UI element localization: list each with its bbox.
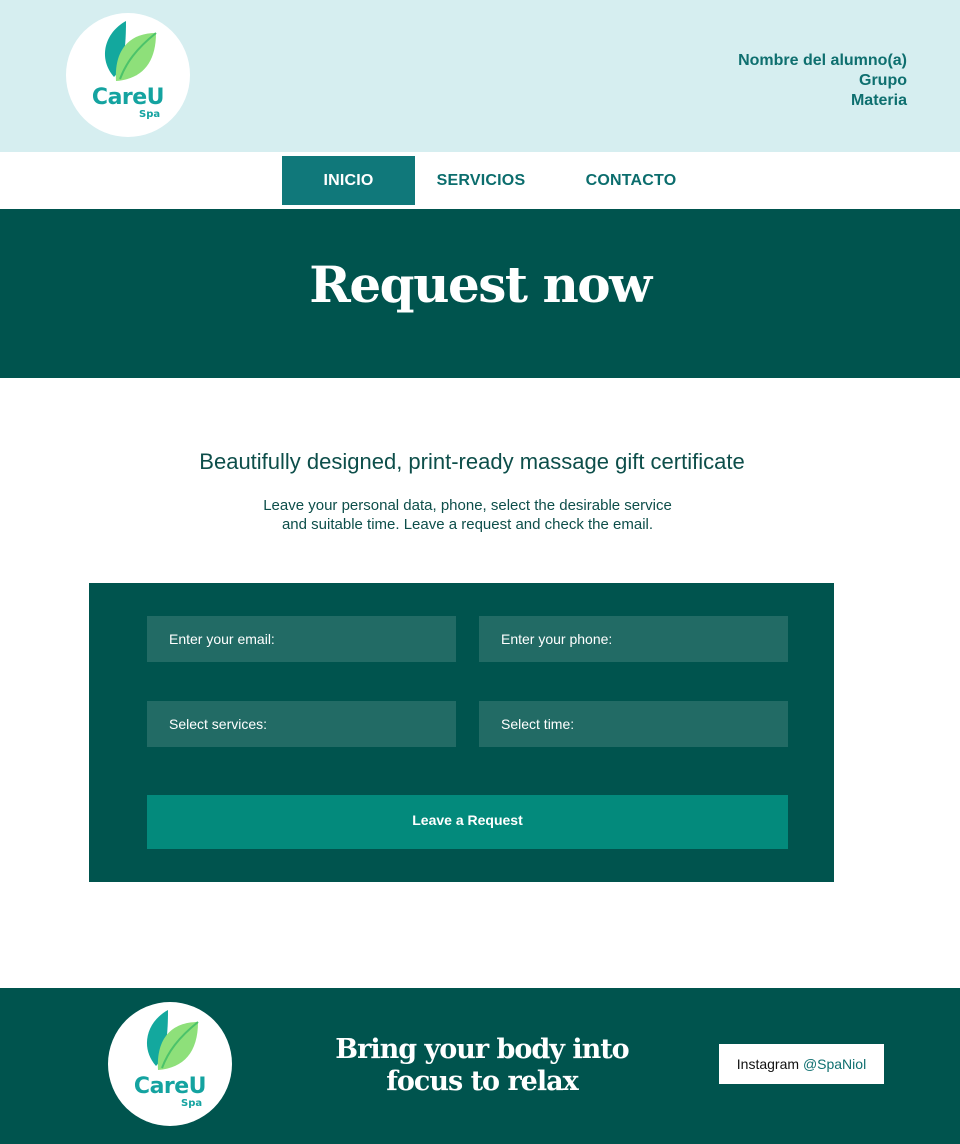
leaf-icon <box>146 1010 199 1070</box>
main-nav: INICIO SERVICIOS CONTACTO <box>0 152 960 209</box>
student-name: Nombre del alumno(a) <box>738 52 907 69</box>
instagram-box: Instagram @SpaNiol <box>719 1044 884 1084</box>
footer-logo-text: CareU <box>133 1074 207 1099</box>
phone-field[interactable]: Enter your phone: <box>479 616 788 662</box>
site-header: CareU Spa Nombre del alumno(a) Grupo Mat… <box>0 0 960 152</box>
page-title: Request now <box>309 255 652 314</box>
student-group: Grupo <box>859 72 907 89</box>
instagram-label: Instagram <box>736 1056 800 1072</box>
leaf-icon <box>104 21 157 81</box>
logo[interactable]: CareU Spa <box>66 13 190 137</box>
nav-item-servicios[interactable]: SERVICIOS <box>415 156 547 205</box>
time-select[interactable]: Select time: <box>479 701 788 747</box>
nav-item-contacto[interactable]: CONTACTO <box>562 156 700 205</box>
request-form: Enter your email: Enter your phone: Sele… <box>89 583 834 882</box>
description-line-2: and suitable time. Leave a request and c… <box>281 516 654 533</box>
logo-text: CareU <box>91 85 165 110</box>
section-subtitle: Beautifully designed, print-ready massag… <box>199 449 745 474</box>
site-footer: CareU Spa Bring your body into focus to … <box>0 988 960 1144</box>
footer-logo-subtext: Spa <box>181 1098 203 1109</box>
student-info: Nombre del alumno(a) Grupo Materia <box>738 51 907 111</box>
hero-banner: Request now <box>0 209 960 378</box>
footer-logo[interactable]: CareU Spa <box>108 1002 232 1126</box>
instagram-handle-link[interactable]: @SpaNiol <box>803 1056 866 1072</box>
nav-item-inicio[interactable]: INICIO <box>282 156 415 205</box>
student-subject: Materia <box>850 92 907 109</box>
leave-request-button[interactable]: Leave a Request <box>147 795 788 849</box>
tagline-line-1: Bring your body into <box>335 1034 629 1065</box>
services-select[interactable]: Select services: <box>147 701 456 747</box>
description-line-1: Leave your personal data, phone, select … <box>263 497 672 514</box>
email-field[interactable]: Enter your email: <box>147 616 456 662</box>
tagline-line-2: focus to relax <box>386 1066 578 1097</box>
logo-subtext: Spa <box>139 109 161 120</box>
footer-tagline: Bring your body into focus to relax <box>300 1034 664 1098</box>
section-description: Leave your personal data, phone, select … <box>0 496 935 534</box>
